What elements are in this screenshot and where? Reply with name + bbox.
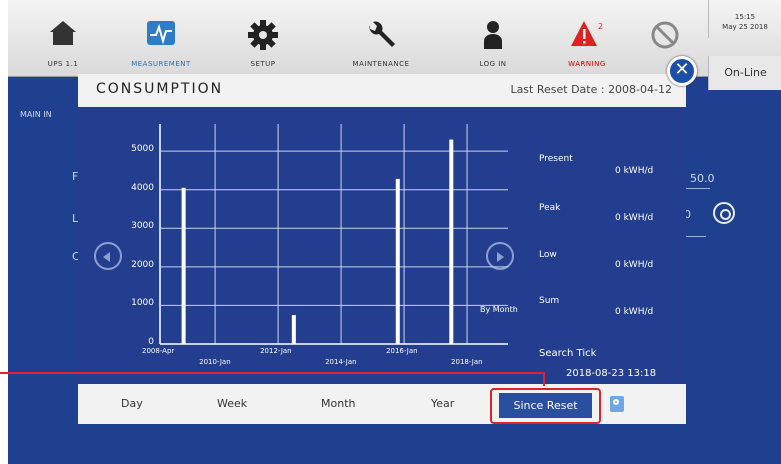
search-icon[interactable] bbox=[610, 396, 624, 412]
status-online: On-Line bbox=[708, 56, 781, 90]
gear-icon bbox=[248, 20, 278, 54]
tab-since-reset[interactable]: Since Reset bbox=[499, 393, 592, 418]
callout-line bbox=[543, 372, 545, 386]
mute-icon bbox=[650, 20, 680, 54]
x-tick-label: 2016-Jan bbox=[386, 347, 418, 355]
y-tick-label: 1000 bbox=[131, 298, 154, 309]
clock-date: May 25 2018 bbox=[722, 23, 768, 31]
warning-icon: 2 bbox=[570, 20, 604, 52]
toolbar-mute[interactable] bbox=[620, 0, 710, 76]
stat-low-value: 0 kWH/d bbox=[615, 260, 654, 270]
toolbar-maintenance[interactable]: MAINTENANCE bbox=[326, 0, 436, 76]
chart-mode-label: By Month bbox=[480, 305, 518, 314]
stat-present-label: Present bbox=[539, 154, 573, 164]
chart-bar bbox=[291, 315, 296, 344]
stat-peak-label: Peak bbox=[539, 203, 561, 213]
measurement-icon bbox=[146, 20, 176, 50]
tab-day[interactable]: Day bbox=[121, 397, 143, 410]
stat-peak-value: 0 kWH/d bbox=[615, 213, 654, 223]
divider bbox=[686, 188, 710, 189]
home-icon bbox=[49, 20, 77, 50]
y-tick-label: 4000 bbox=[131, 182, 154, 193]
search-tick-label: Search Tick bbox=[539, 348, 597, 359]
stat-low-label: Low bbox=[539, 250, 557, 260]
last-reset-date: Last Reset Date : 2008-04-12 bbox=[510, 83, 672, 96]
period-tabs: Day Week Month Year Since Reset bbox=[78, 384, 686, 424]
chart-bar bbox=[449, 139, 454, 344]
section-title: MAIN IN bbox=[20, 110, 52, 119]
toolbar-label: MAINTENANCE bbox=[352, 60, 410, 68]
toolbar-measurement[interactable]: MEASUREMENT bbox=[106, 0, 216, 76]
stat-present-value: 0 kWH/d bbox=[615, 166, 654, 176]
ups-screen: UPS 1.1 MEASUREMENT SETUP MAINTENANCE LO… bbox=[8, 0, 781, 464]
clock-time: 15:15 bbox=[734, 13, 756, 21]
tab-week[interactable]: Week bbox=[217, 397, 247, 410]
toolbar-label: UPS 1.1 bbox=[47, 60, 79, 68]
x-tick-label: 2014-Jan bbox=[325, 358, 357, 366]
top-toolbar: UPS 1.1 MEASUREMENT SETUP MAINTENANCE LO… bbox=[8, 0, 781, 77]
y-tick-label: 2000 bbox=[131, 259, 154, 270]
search-tick-value: 2018-08-23 13:18 bbox=[566, 368, 657, 379]
clock: 15:15 May 25 2018 bbox=[708, 0, 781, 38]
x-tick-label: 2018-Jan bbox=[451, 358, 483, 366]
close-button[interactable]: ✕ bbox=[667, 56, 697, 86]
chart-bar bbox=[181, 187, 186, 344]
toolbar-home[interactable]: UPS 1.1 bbox=[8, 0, 118, 76]
zoom-icon[interactable] bbox=[713, 202, 735, 224]
callout-line bbox=[0, 372, 545, 374]
wrench-icon bbox=[366, 20, 396, 54]
toolbar-label: SETUP bbox=[250, 60, 276, 68]
tab-year[interactable]: Year bbox=[431, 397, 454, 410]
user-icon bbox=[482, 20, 504, 54]
stat-sum-value: 0 kWH/d bbox=[615, 307, 654, 317]
dialog-header: CONSUMPTION Last Reset Date : 2008-04-12 bbox=[78, 74, 686, 107]
y-tick-label: 0 bbox=[148, 337, 154, 347]
x-tick-label: 2010-Jan bbox=[199, 358, 231, 366]
background-value: 50.0 bbox=[690, 172, 715, 185]
chart-canvas bbox=[159, 124, 508, 345]
toolbar-label: MEASUREMENT bbox=[131, 60, 191, 68]
y-tick-label: 3000 bbox=[131, 221, 154, 232]
dialog-title: CONSUMPTION bbox=[96, 81, 224, 97]
y-tick-label: 5000 bbox=[131, 144, 154, 155]
stat-sum-label: Sum bbox=[539, 296, 560, 306]
toolbar-setup[interactable]: SETUP bbox=[208, 0, 318, 76]
tab-month[interactable]: Month bbox=[321, 397, 355, 410]
x-tick-label: 2012-Jan bbox=[260, 347, 292, 355]
consumption-chart: 0 1000 2000 3000 4000 5000 2008-Apr 2012-Jan 201… bbox=[116, 122, 516, 372]
x-tick-label: 2008-Apr bbox=[142, 347, 175, 355]
chart-bar bbox=[395, 178, 400, 344]
warning-badge: 2 bbox=[598, 22, 603, 31]
